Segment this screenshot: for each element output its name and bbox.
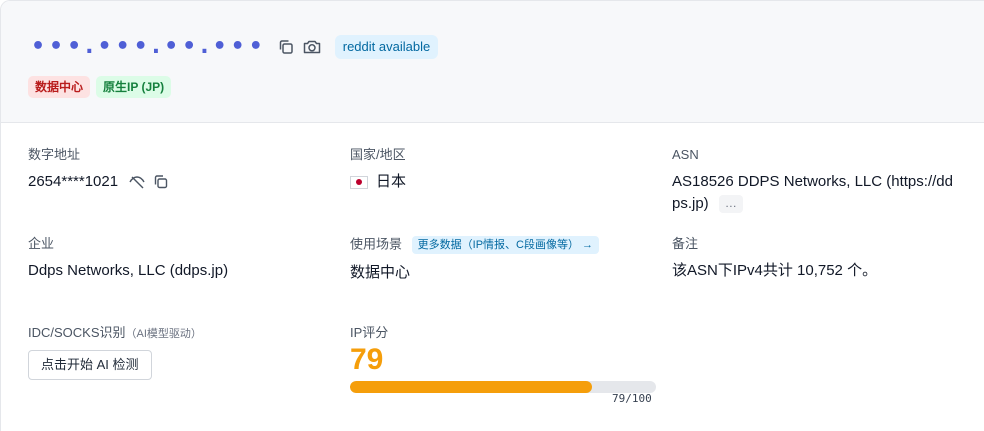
digital-address-label: 数字地址 bbox=[28, 147, 81, 162]
camera-icon[interactable] bbox=[301, 36, 323, 58]
enterprise-value: Ddps Networks, LLC (ddps.jp) bbox=[28, 262, 229, 279]
tag-native-ip: 原生IP (JP) bbox=[96, 76, 172, 98]
country-text: 日本 bbox=[376, 173, 407, 190]
start-ai-detection-button[interactable]: 点击开始 AI 检测 bbox=[28, 350, 152, 380]
notes-label: 备注 bbox=[672, 236, 699, 251]
japan-flag-icon bbox=[350, 175, 368, 189]
field-country: 国家/地区 日本 bbox=[350, 147, 406, 193]
ip-row: •••.•••.••.••• reddit available bbox=[31, 33, 439, 61]
ip-header: •••.•••.••.••• reddit available 数据中心 原生I… bbox=[1, 1, 984, 123]
idc-label: IDC/SOCKS识别 bbox=[28, 325, 126, 340]
asn-text-line2: ps.jp) bbox=[672, 195, 709, 212]
ip-score-text: 79/100 bbox=[612, 392, 652, 405]
digital-address-text: 2654****1021 bbox=[28, 173, 119, 190]
field-enterprise: 企业 Ddps Networks, LLC (ddps.jp) bbox=[28, 236, 228, 282]
eye-off-icon[interactable] bbox=[128, 173, 146, 191]
notes-value: 该ASN下IPv4共计 10,752 个。 bbox=[672, 262, 878, 279]
copy-icon[interactable] bbox=[275, 36, 297, 58]
asn-label: ASN bbox=[672, 147, 699, 162]
field-asn: ASN AS18526 DDPS Networks, LLC (https://… bbox=[672, 147, 972, 215]
field-usage: 使用场景 更多数据（IP情报、C段画像等） → 数据中心 bbox=[350, 236, 600, 284]
asn-text-line1: AS18526 DDPS Networks, LLC (https://dd bbox=[672, 173, 953, 190]
field-ip-score: IP评分 79 79/100 bbox=[350, 325, 660, 425]
field-notes: 备注 该ASN下IPv4共计 10,752 个。 bbox=[672, 236, 877, 282]
ip-tags: 数据中心 原生IP (JP) bbox=[28, 76, 172, 98]
tag-datacenter: 数据中心 bbox=[28, 76, 91, 98]
country-label: 国家/地区 bbox=[350, 147, 406, 162]
ip-info-card: •••.•••.••.••• reddit available 数据中心 原生I… bbox=[0, 0, 984, 431]
asn-expand-button[interactable]: … bbox=[718, 195, 743, 214]
ip-score-bar-fill bbox=[350, 381, 592, 393]
field-idc: IDC/SOCKS识别（AI模型驱动） 点击开始 AI 检测 bbox=[28, 325, 202, 380]
country-value: 日本 bbox=[350, 171, 406, 193]
asn-value: AS18526 DDPS Networks, LLC (https://dd p… bbox=[672, 171, 972, 215]
idc-label-row: IDC/SOCKS识别（AI模型驱动） bbox=[28, 325, 202, 342]
idc-note: （AI模型驱动） bbox=[125, 328, 202, 340]
usage-label-row: 使用场景 更多数据（IP情报、C段画像等） → bbox=[350, 236, 600, 254]
digital-address-value: 2654****1021 bbox=[28, 171, 170, 193]
more-data-link[interactable]: 更多数据（IP情报、C段画像等） → bbox=[411, 236, 600, 254]
reddit-available-badge: reddit available bbox=[334, 35, 439, 59]
field-digital-address: 数字地址 2654****1021 bbox=[28, 147, 170, 193]
usage-label: 使用场景 bbox=[350, 236, 403, 252]
copy-icon[interactable] bbox=[152, 173, 170, 191]
ip-score-value: 79 bbox=[350, 343, 384, 376]
masked-ip-address: •••.•••.••.••• bbox=[31, 34, 267, 59]
ip-score-label: IP评分 bbox=[350, 325, 389, 340]
usage-value: 数据中心 bbox=[350, 264, 411, 281]
ip-score-bar bbox=[350, 381, 656, 393]
asn-line2: ps.jp) … bbox=[672, 193, 972, 215]
enterprise-label: 企业 bbox=[28, 236, 55, 251]
